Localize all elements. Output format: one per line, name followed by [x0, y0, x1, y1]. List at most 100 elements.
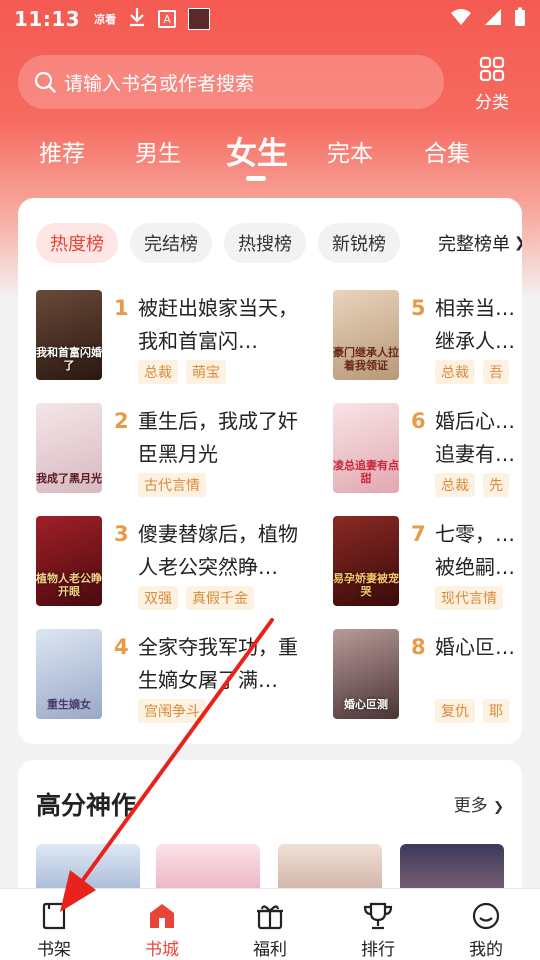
- book-item[interactable]: 婚心叵测 8 婚心叵… 复仇 耶: [333, 629, 522, 723]
- cover-title: 植物人老公睁开眼: [36, 572, 102, 598]
- chevron-right-icon: ❯: [493, 800, 504, 815]
- a-box-icon: A: [158, 10, 177, 28]
- tab-female[interactable]: 女生: [226, 128, 288, 173]
- book-item[interactable]: 我和首富闪婚了 1 被赶出娘家当天，我和首富闪… 总裁 萌宝: [36, 290, 336, 384]
- status-system-icons: [450, 7, 526, 31]
- book-tag: 萌宝: [186, 360, 226, 384]
- nav-label: 排行: [361, 940, 395, 960]
- book-title: 婚后心…追妻有…: [435, 409, 515, 466]
- category-label: 分类: [475, 93, 509, 113]
- nav-welfare[interactable]: 福利: [230, 889, 310, 960]
- book-tags: 古代言情: [138, 473, 206, 497]
- book-cover: 植物人老公睁开眼: [36, 516, 102, 606]
- book-cover: 我和首富闪婚了: [36, 290, 102, 380]
- trophy-icon: [362, 901, 394, 931]
- ranking-filter-pills: 热度榜 完结榜 热搜榜 新锐榜 完整榜单 ❯: [36, 223, 522, 263]
- book-title: 相亲当…继承人…: [435, 296, 515, 353]
- book-tag: 宫闱争斗: [138, 699, 206, 723]
- book-item[interactable]: 我成了黑月光 2 重生后，我成了奸臣黑月光 古代言情: [36, 403, 336, 497]
- cover-title: 豪门继承人拉着我领证: [333, 346, 399, 372]
- book-tag: 总裁: [435, 473, 475, 497]
- book-title: 被赶出娘家当天，我和首富闪…: [138, 296, 298, 353]
- bookshelf-icon: [40, 901, 68, 931]
- nav-ranking[interactable]: 排行: [338, 889, 418, 960]
- book-title: 傻妻替嫁后，植物人老公突然睁…: [138, 522, 298, 579]
- search-icon: [34, 71, 56, 93]
- cover-title: 重生嫡女: [47, 698, 91, 711]
- status-time: 11:13: [14, 7, 81, 31]
- book-title: 全家夺我军功，重生嫡女屠了满…: [138, 635, 298, 692]
- book-tags: 现代言情: [435, 586, 503, 610]
- more-link[interactable]: 更多 ❯: [454, 791, 504, 816]
- rank-number: 2: [114, 409, 129, 433]
- signal-icon: [484, 8, 502, 30]
- book-tag: 先: [483, 473, 509, 497]
- book-tags: 宫闱争斗: [138, 699, 206, 723]
- tab-completed[interactable]: 完本: [327, 134, 373, 168]
- book-tag: 古代言情: [138, 473, 206, 497]
- search-placeholder: 请输入书名或作者搜索: [64, 72, 255, 95]
- rank-number: 3: [114, 522, 129, 546]
- book-title: 重生后，我成了奸臣黑月光: [138, 409, 298, 466]
- book-item[interactable]: 易孕娇妻被宠哭 7 七零，…被绝嗣… 现代言情: [333, 516, 522, 610]
- full-ranking-label: 完整榜单: [438, 234, 510, 255]
- book-tag: 吾: [483, 360, 509, 384]
- nav-label: 书架: [37, 940, 71, 960]
- rank-number: 7: [411, 522, 426, 546]
- nav-bookshelf[interactable]: 书架: [14, 889, 94, 960]
- image-icon: [188, 8, 211, 30]
- book-cover: 凌总追妻有点甜: [333, 403, 399, 493]
- nav-bookstore[interactable]: 书城: [122, 889, 202, 960]
- battery-icon: [514, 7, 526, 31]
- book-tag: 耶: [483, 699, 509, 723]
- more-label: 更多: [453, 796, 488, 816]
- full-ranking-link[interactable]: 完整榜单 ❯: [438, 223, 522, 263]
- app-notification-icon: 凉看: [94, 13, 117, 26]
- gift-icon: [255, 901, 285, 931]
- status-notification-icons: 凉看 A: [94, 7, 211, 31]
- tab-recommend[interactable]: 推荐: [39, 134, 85, 168]
- book-cover: 豪门继承人拉着我领证: [333, 290, 399, 380]
- book-tags: 总裁 先: [435, 473, 509, 497]
- pill-hot-search[interactable]: 热搜榜: [224, 223, 306, 263]
- book-tag: 总裁: [435, 360, 475, 384]
- book-title: 婚心叵…: [435, 635, 515, 659]
- rank-number: 4: [114, 635, 129, 659]
- category-button[interactable]: 分类: [466, 56, 518, 113]
- cover-title: 我成了黑月光: [36, 472, 102, 485]
- pill-finished[interactable]: 完结榜: [130, 223, 212, 263]
- book-tag: 复仇: [435, 699, 475, 723]
- nav-profile[interactable]: 我的: [446, 889, 526, 960]
- book-item[interactable]: 重生嫡女 4 全家夺我军功，重生嫡女屠了满… 宫闱争斗: [36, 629, 336, 723]
- profile-icon: [471, 901, 501, 931]
- search-input[interactable]: 请输入书名或作者搜索: [18, 55, 444, 109]
- book-cover: 我成了黑月光: [36, 403, 102, 493]
- book-tags: 总裁 萌宝: [138, 360, 226, 384]
- book-title: 七零，…被绝嗣…: [435, 522, 515, 579]
- book-tags: 双强 真假千金: [138, 586, 254, 610]
- book-cover: 易孕娇妻被宠哭: [333, 516, 399, 606]
- tab-collection[interactable]: 合集: [424, 134, 470, 168]
- channel-tabs: 推荐 男生 女生 完本 合集: [0, 124, 540, 184]
- bottom-navigation: 书架 书城 福利 排行 我的: [0, 888, 540, 960]
- download-icon: [128, 7, 146, 31]
- rank-number: 5: [411, 296, 426, 320]
- pill-hot[interactable]: 热度榜: [36, 223, 118, 263]
- book-tags: 复仇 耶: [435, 699, 509, 723]
- tab-male[interactable]: 男生: [135, 134, 181, 168]
- book-item[interactable]: 凌总追妻有点甜 6 婚后心…追妻有… 总裁 先: [333, 403, 522, 497]
- ranking-card: 热度榜 完结榜 热搜榜 新锐榜 完整榜单 ❯ 我和首富闪婚了 1 被赶出娘家当天…: [18, 198, 522, 744]
- pill-new[interactable]: 新锐榜: [318, 223, 400, 263]
- cover-title: 凌总追妻有点甜: [333, 459, 399, 485]
- book-cover: 婚心叵测: [333, 629, 399, 719]
- tab-active-indicator: [246, 176, 266, 181]
- book-cover: 重生嫡女: [36, 629, 102, 719]
- grid-icon: [479, 56, 505, 86]
- book-tag: 现代言情: [435, 586, 503, 610]
- chevron-right-icon: ❯: [514, 235, 522, 251]
- nav-label: 书城: [145, 940, 179, 960]
- cover-title: 易孕娇妻被宠哭: [333, 572, 399, 598]
- book-tag: 总裁: [138, 360, 178, 384]
- book-item[interactable]: 豪门继承人拉着我领证 5 相亲当…继承人… 总裁 吾: [333, 290, 522, 384]
- book-item[interactable]: 植物人老公睁开眼 3 傻妻替嫁后，植物人老公突然睁… 双强 真假千金: [36, 516, 336, 610]
